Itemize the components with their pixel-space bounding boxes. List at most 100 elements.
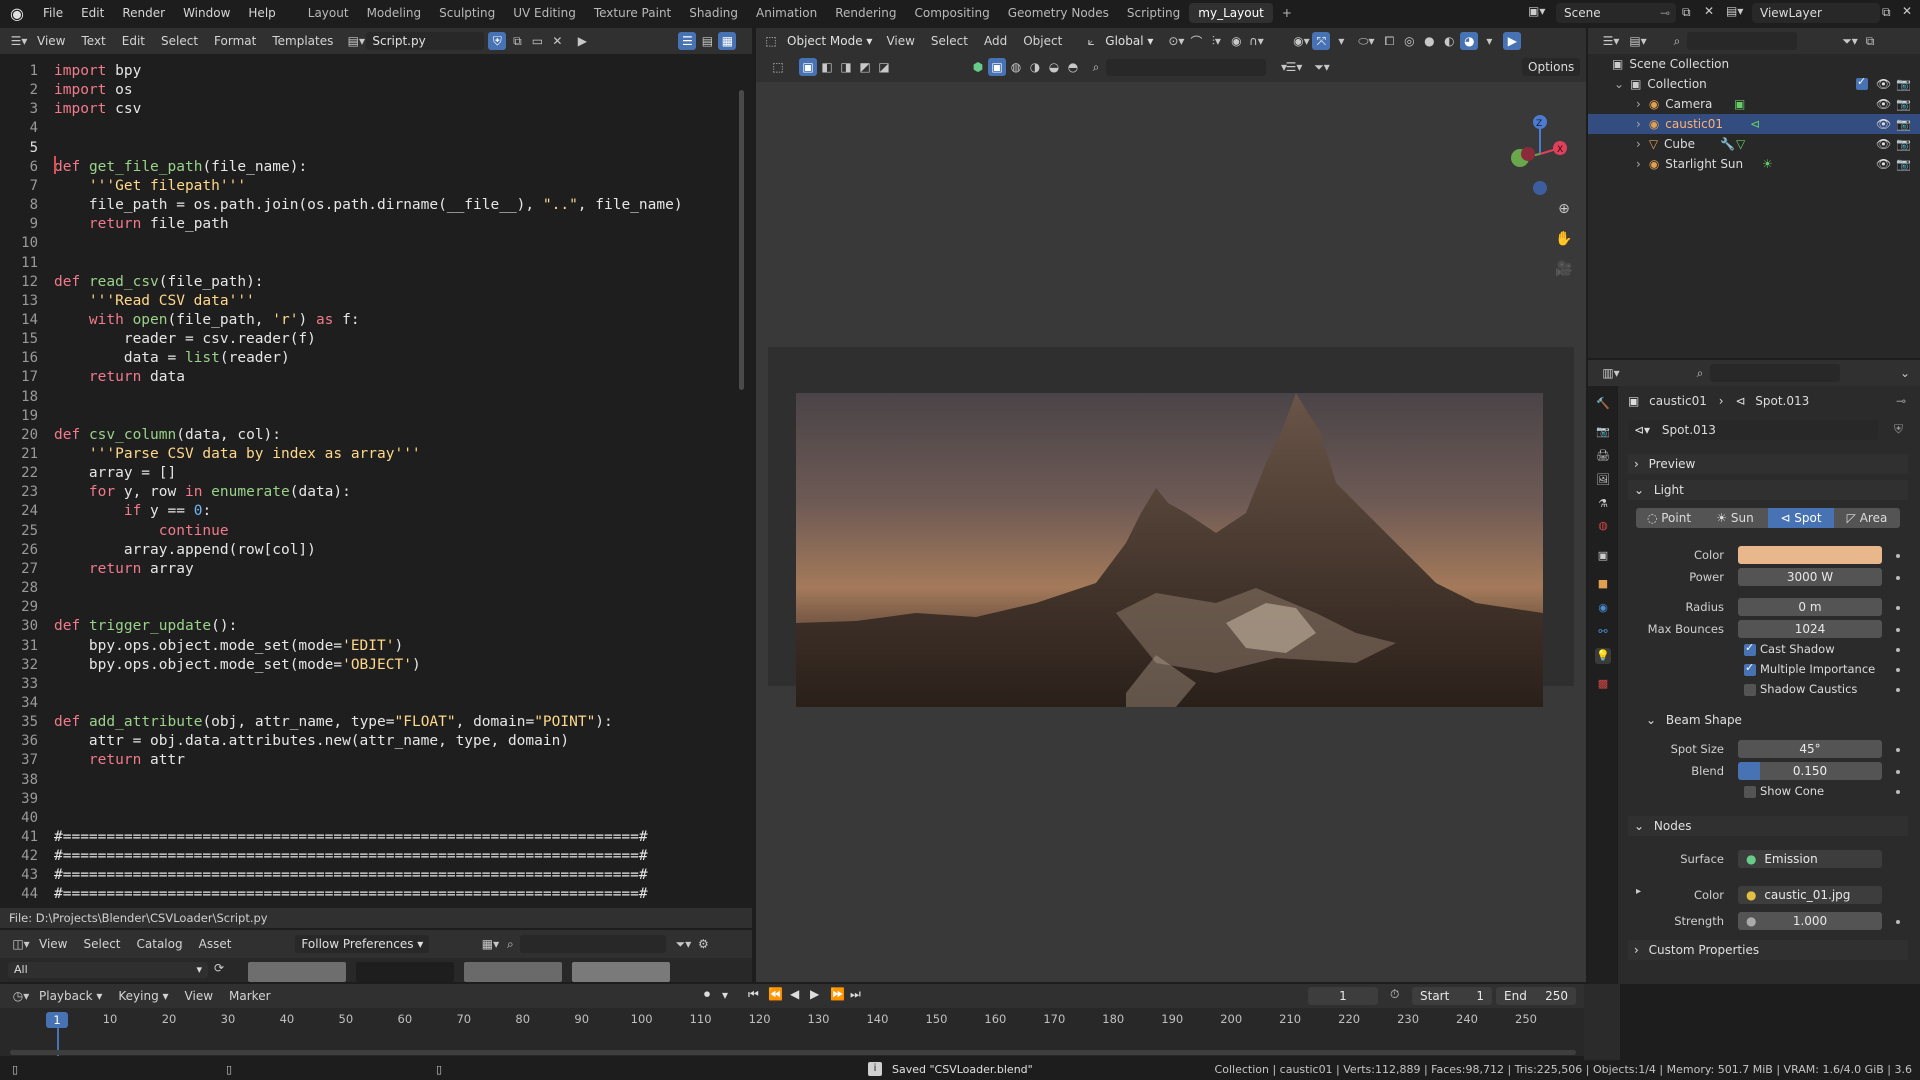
visibility-icon[interactable]: ◉▾: [1292, 32, 1310, 50]
code-area[interactable]: 1 2 3 4 5 6 7 8 9 10 11 12 13 14 15 16 17 18 19 20 21 22 23 24 2…: [0, 54, 748, 922]
asset-settings-gear-icon[interactable]: ⚙: [694, 935, 712, 953]
vp-menu-object[interactable]: Object: [1015, 34, 1070, 48]
collection-tab-icon[interactable]: ▣: [1595, 548, 1611, 564]
output-tab-icon[interactable]: 🖨: [1595, 448, 1611, 464]
tab-sculpting[interactable]: Sculpting: [430, 3, 504, 23]
outliner-search-input[interactable]: [1687, 32, 1797, 50]
viewport-editor-type-icon[interactable]: ⬚: [762, 32, 780, 50]
outliner-item-starlight-sun[interactable]: › ◉ Starlight Sun ☀ 👁 📷: [1588, 154, 1920, 174]
menu-help[interactable]: Help: [239, 6, 284, 20]
animate-property-icon[interactable]: [1896, 668, 1900, 672]
collection-row[interactable]: ⌄ ▣ Collection 👁 📷: [1588, 74, 1920, 94]
animate-property-icon[interactable]: [1896, 770, 1900, 774]
render-camera-icon[interactable]: 📷: [1896, 137, 1911, 151]
tl-menu-marker[interactable]: Marker: [221, 989, 278, 1003]
overlays-icon[interactable]: ⬭▾: [1357, 32, 1375, 50]
playhead[interactable]: 1: [46, 1012, 68, 1028]
world-tab-icon[interactable]: ◍: [1595, 518, 1611, 534]
menu-window[interactable]: Window: [174, 6, 239, 20]
animate-property-icon[interactable]: [1896, 628, 1900, 632]
wireframe-shading-icon[interactable]: ◎: [1400, 32, 1418, 50]
fake-user-shield-icon[interactable]: ⛨: [488, 32, 507, 50]
pin-icon[interactable]: ⊸: [1896, 394, 1906, 408]
outline-icon[interactable]: ☰▾: [1285, 58, 1303, 76]
menu-file[interactable]: File: [34, 6, 72, 20]
blender-logo-icon[interactable]: ◉: [0, 0, 34, 26]
select-extend-icon[interactable]: ◧: [818, 58, 836, 76]
scene-collection-row[interactable]: ▣ Scene Collection: [1588, 54, 1920, 74]
vp-menu-add[interactable]: Add: [976, 34, 1015, 48]
open-text-icon[interactable]: ▭: [528, 32, 546, 50]
gizmo-toggle-icon[interactable]: ⤧: [1312, 32, 1331, 50]
word-wrap-icon[interactable]: ▤: [698, 32, 716, 50]
sun-light-data-icon[interactable]: ☀: [1762, 157, 1773, 171]
animate-property-icon[interactable]: [1896, 576, 1900, 580]
filter-object-icon[interactable]: ▣: [988, 58, 1006, 76]
transform-orientation-icon[interactable]: ⟀: [1082, 32, 1100, 50]
tab-layout[interactable]: Layout: [299, 3, 358, 23]
camera-data-icon[interactable]: ▣: [1734, 97, 1745, 111]
asset-library-dropdown[interactable]: Follow Preferences ▾: [295, 935, 430, 953]
tl-menu-playback[interactable]: Playback ▾: [31, 989, 110, 1003]
datablock-selector[interactable]: ⊲▾ Spot.013: [1628, 420, 1878, 440]
filter-camera-icon[interactable]: ◑: [1026, 58, 1044, 76]
ab-menu-catalog[interactable]: Catalog: [129, 937, 191, 951]
auto-key-dropdown-icon[interactable]: ▾: [722, 988, 728, 1002]
light-type-point[interactable]: ◌ Point: [1636, 508, 1702, 528]
delete-scene-icon[interactable]: ✕: [1704, 4, 1714, 18]
snap-target-icon[interactable]: ⫶▾: [1207, 32, 1225, 50]
solid-shading-icon[interactable]: ●: [1420, 32, 1438, 50]
xray-icon[interactable]: ⧠: [1380, 32, 1398, 50]
navigation-gizmo[interactable]: Z X: [1500, 88, 1580, 198]
end-frame-field[interactable]: End 250: [1496, 987, 1576, 1005]
tl-menu-view[interactable]: View: [177, 989, 221, 1003]
render-camera-icon[interactable]: 📷: [1896, 117, 1911, 131]
jump-end-icon[interactable]: ⏭: [850, 987, 861, 1002]
tab-uv-editing[interactable]: UV Editing: [504, 3, 585, 23]
refresh-icon[interactable]: ⟳: [214, 961, 224, 975]
properties-editor-type-icon[interactable]: ▥▾: [1602, 364, 1620, 382]
text-name-field[interactable]: Script.py: [366, 32, 485, 50]
eye-icon[interactable]: 👁: [1876, 157, 1891, 171]
light-panel-header[interactable]: ⌄ Light: [1628, 480, 1908, 500]
tab-rendering[interactable]: Rendering: [826, 3, 905, 23]
run-script-icon[interactable]: ▶: [573, 32, 591, 50]
mesh-data-icon[interactable]: ▽: [1736, 137, 1745, 151]
tl-menu-keying[interactable]: Keying ▾: [110, 989, 176, 1003]
outliner-search-icon[interactable]: ⌕: [1668, 32, 1686, 50]
timeline-scrollbar[interactable]: [10, 1050, 1576, 1055]
viewlayer-field[interactable]: ViewLayer: [1752, 3, 1880, 23]
menu-edit[interactable]: Edit: [72, 6, 113, 20]
orientation-dropdown[interactable]: Global ▾: [1101, 34, 1157, 48]
falloff-icon[interactable]: ∩▾: [1247, 32, 1265, 50]
constraints-tab-icon[interactable]: ⚯: [1595, 624, 1611, 640]
tab-geometry-nodes[interactable]: Geometry Nodes: [999, 3, 1118, 23]
filter-other-icon[interactable]: ◓: [1064, 58, 1082, 76]
options-button[interactable]: Options: [1522, 58, 1581, 76]
expand-arrow-icon[interactable]: ›: [1636, 117, 1641, 131]
select-box-icon[interactable]: ▣: [799, 58, 817, 76]
spot-light-data-icon[interactable]: ⊲: [1750, 117, 1760, 131]
next-keyframe-icon[interactable]: ⏩: [830, 987, 845, 1001]
te-menu-view[interactable]: View: [29, 34, 73, 48]
syntax-highlight-icon[interactable]: ▦: [718, 32, 737, 50]
animate-property-icon[interactable]: [1896, 606, 1900, 610]
physics-tab-icon[interactable]: ◉: [1595, 600, 1611, 616]
properties-options-icon[interactable]: ⌄: [1896, 364, 1914, 382]
beam-shape-panel-header[interactable]: ⌄ Beam Shape: [1640, 710, 1900, 730]
viewport-search-icon[interactable]: ⌕: [1087, 58, 1105, 76]
viewport-filter-icon[interactable]: ⏷▾: [1313, 58, 1331, 76]
render-camera-icon[interactable]: 📷: [1896, 77, 1911, 91]
te-menu-format[interactable]: Format: [206, 34, 264, 48]
fake-user-shield-icon[interactable]: ⛨: [1894, 422, 1903, 437]
timeline-editor-type-icon[interactable]: ◷▾: [12, 987, 30, 1005]
properties-search-icon[interactable]: ⌕: [1691, 364, 1709, 382]
expand-arrow-icon[interactable]: ›: [1636, 137, 1641, 151]
expand-arrow-icon[interactable]: ›: [1636, 157, 1641, 171]
te-menu-edit[interactable]: Edit: [114, 34, 153, 48]
ab-menu-select[interactable]: Select: [75, 937, 128, 951]
ab-menu-asset[interactable]: Asset: [191, 937, 240, 951]
display-mode-icon[interactable]: ▦▾: [481, 935, 499, 953]
multiple-importance-checkbox[interactable]: [1744, 661, 1756, 676]
light-type-area[interactable]: ◸ Area: [1834, 508, 1900, 528]
